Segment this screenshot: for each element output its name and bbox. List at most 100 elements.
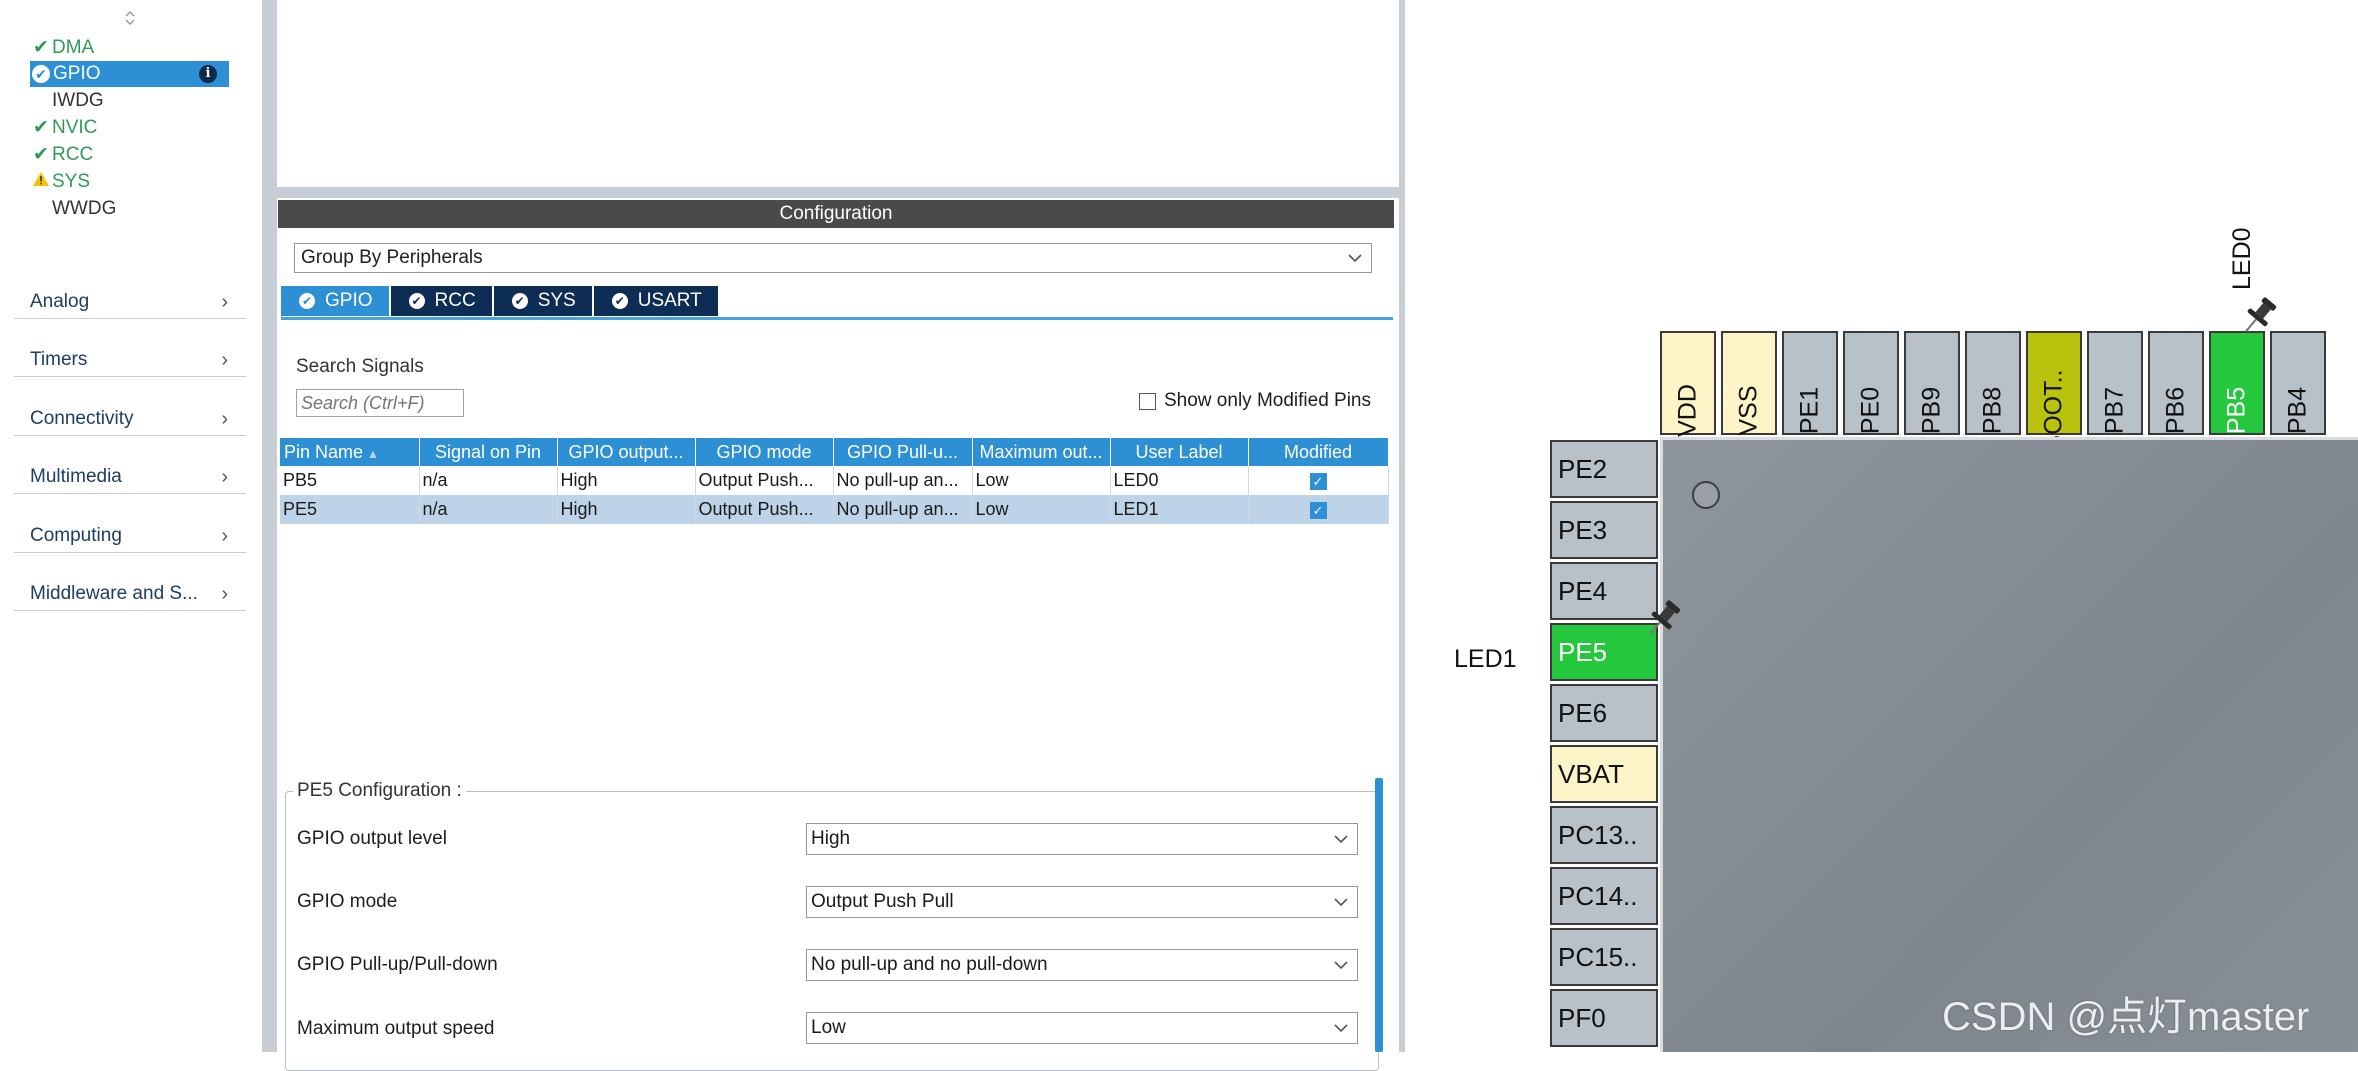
tab-label: GPIO	[325, 290, 373, 311]
vertical-scrollbar[interactable]	[1375, 778, 1383, 1052]
show-modified-checkbox[interactable]: Show only Modified Pins	[1139, 390, 1371, 412]
pin-vss[interactable]: VSS	[1721, 331, 1777, 436]
column-header-output[interactable]: GPIO output...	[557, 438, 696, 466]
pin-pb9[interactable]: PB9	[1904, 331, 1960, 435]
column-header-pull[interactable]: GPIO Pull-u...	[833, 438, 973, 466]
column-header-modified[interactable]: Modified	[1248, 438, 1389, 466]
pin-pe6[interactable]: PE6	[1550, 684, 1658, 742]
chip-pinout-view: VDD VSS PE1 PE0 PB9 PB8 BOOT.. PB7 PB6 P…	[1405, 0, 2358, 1052]
pin-pc13[interactable]: PC13..	[1550, 806, 1658, 864]
pe5-configuration-title: PE5 Configuration :	[293, 780, 466, 802]
sidebar-item-label: WWDG	[52, 198, 117, 219]
search-input[interactable]	[296, 389, 464, 417]
max-output-speed-select[interactable]: Low	[806, 1012, 1358, 1044]
gpio-output-level-select[interactable]: High	[806, 823, 1358, 855]
pin-pe3[interactable]: PE3	[1550, 501, 1658, 559]
panel-splitter[interactable]	[277, 187, 1399, 198]
checked-checkbox-icon[interactable]: ✓	[1309, 472, 1327, 490]
pin-label: PB4	[2283, 386, 2312, 435]
sidebar-item-nvic[interactable]: ✔ NVIC	[30, 115, 230, 141]
pin-label: PB6	[2161, 386, 2190, 435]
checked-checkbox-icon[interactable]: ✓	[1309, 501, 1327, 519]
cell-speed: Low	[972, 466, 1111, 495]
info-icon[interactable]: i	[199, 65, 217, 83]
pin-pb8[interactable]: PB8	[1965, 331, 2021, 435]
checkbox[interactable]	[1139, 392, 1156, 410]
category-connectivity[interactable]: Connectivity ›	[14, 402, 246, 436]
pe5-signal-label: LED1	[1454, 645, 1517, 673]
cell-modified[interactable]: ✓	[1248, 466, 1389, 495]
cell-pull: No pull-up an...	[833, 466, 973, 495]
category-label: Computing	[30, 525, 122, 546]
pin-pb7[interactable]: PB7	[2087, 331, 2143, 435]
pin-pb6[interactable]: PB6	[2148, 331, 2204, 435]
tab-usart[interactable]: ✔ USART	[593, 286, 718, 316]
pin-label: VDD	[1673, 384, 1702, 437]
category-middleware[interactable]: Middleware and S... ›	[14, 577, 246, 611]
column-header-pin-name[interactable]: Pin Name ▲	[280, 438, 420, 466]
column-header-mode[interactable]: GPIO mode	[695, 438, 834, 466]
table-row[interactable]: PE5 n/a High Output Push... No pull-up a…	[280, 495, 1389, 524]
category-computing[interactable]: Computing ›	[14, 519, 246, 553]
table-header-row: Pin Name ▲ Signal on Pin GPIO output... G…	[280, 438, 1389, 466]
tab-gpio[interactable]: ✔ GPIO	[281, 286, 389, 316]
check-circle-icon: ✔	[299, 293, 315, 309]
cell-pull: No pull-up an...	[833, 495, 973, 524]
pin-pc14[interactable]: PC14..	[1550, 867, 1658, 925]
check-circle-icon: ✔	[408, 293, 425, 309]
column-header-signal[interactable]: Signal on Pin	[419, 438, 558, 466]
select-value: High	[811, 828, 851, 849]
category-label: Connectivity	[30, 408, 134, 429]
pin-vbat[interactable]: VBAT	[1550, 745, 1658, 803]
sort-up-icon: ▲	[367, 446, 379, 461]
pin-vdd[interactable]: VDD	[1660, 331, 1716, 437]
chevron-down-icon	[1333, 950, 1349, 980]
chevron-right-icon: ›	[221, 291, 228, 313]
tab-rcc[interactable]: ✔ RCC	[390, 286, 492, 316]
tab-sys[interactable]: ✔ SYS	[493, 286, 592, 316]
group-by-select[interactable]: Group By Peripherals	[294, 243, 1372, 273]
pin-pb4[interactable]: PB4	[2270, 331, 2326, 435]
pin-boot0[interactable]: BOOT..	[2026, 331, 2082, 451]
cell-output: High	[557, 466, 696, 495]
watermark: CSDN @点灯master	[1942, 995, 2310, 1039]
pin-pe1[interactable]: PE1	[1782, 331, 1838, 435]
category-label: Timers	[30, 349, 88, 370]
sidebar-item-dma[interactable]: ✔ DMA	[30, 35, 230, 61]
pin-pb5[interactable]: PB5	[2209, 331, 2265, 435]
sidebar-item-rcc[interactable]: ✔ RCC	[30, 142, 230, 168]
table-row[interactable]: PB5 n/a High Output Push... No pull-up a…	[280, 466, 1389, 495]
pin1-marker	[1692, 481, 1720, 509]
gpio-pull-label: GPIO Pull-up/Pull-down	[297, 954, 498, 975]
sidebar-item-wwdg[interactable]: WWDG	[30, 196, 230, 222]
category-timers[interactable]: Timers ›	[14, 343, 246, 377]
sidebar-item-sys[interactable]: SYS	[30, 169, 230, 195]
pin-label: VSS	[1734, 385, 1763, 436]
show-modified-label: Show only Modified Pins	[1164, 390, 1371, 411]
category-label: Multimedia	[30, 466, 122, 487]
gpio-pull-select[interactable]: No pull-up and no pull-down	[806, 949, 1358, 981]
pin-label: PB7	[2100, 386, 2129, 435]
chevron-down-icon	[1333, 824, 1349, 854]
left-splitter[interactable]	[262, 0, 277, 1052]
pin-pf0[interactable]: PF0	[1550, 989, 1658, 1047]
scroll-up-icon[interactable]	[120, 10, 140, 26]
sidebar-item-iwdg[interactable]: IWDG	[30, 88, 230, 114]
sidebar-item-label: NVIC	[52, 117, 98, 138]
cell-user-label: LED0	[1110, 466, 1249, 495]
max-output-speed-label: Maximum output speed	[297, 1018, 495, 1039]
chip-body	[1660, 437, 2358, 1052]
category-multimedia[interactable]: Multimedia ›	[14, 460, 246, 494]
sidebar-item-gpio[interactable]: ✔ GPIO i	[30, 61, 229, 87]
gpio-mode-select[interactable]: Output Push Pull	[806, 886, 1358, 918]
pin-pc15[interactable]: PC15..	[1550, 928, 1658, 986]
pin-pe0[interactable]: PE0	[1843, 331, 1899, 435]
pin-pe2[interactable]: PE2	[1550, 440, 1658, 498]
chevron-down-icon	[1333, 887, 1349, 917]
cell-mode: Output Push...	[695, 466, 834, 495]
tab-label: RCC	[434, 290, 476, 311]
category-analog[interactable]: Analog ›	[14, 285, 246, 319]
cell-modified[interactable]: ✓	[1248, 495, 1389, 524]
column-header-speed[interactable]: Maximum out...	[972, 438, 1111, 466]
column-header-user-label[interactable]: User Label	[1110, 438, 1249, 466]
